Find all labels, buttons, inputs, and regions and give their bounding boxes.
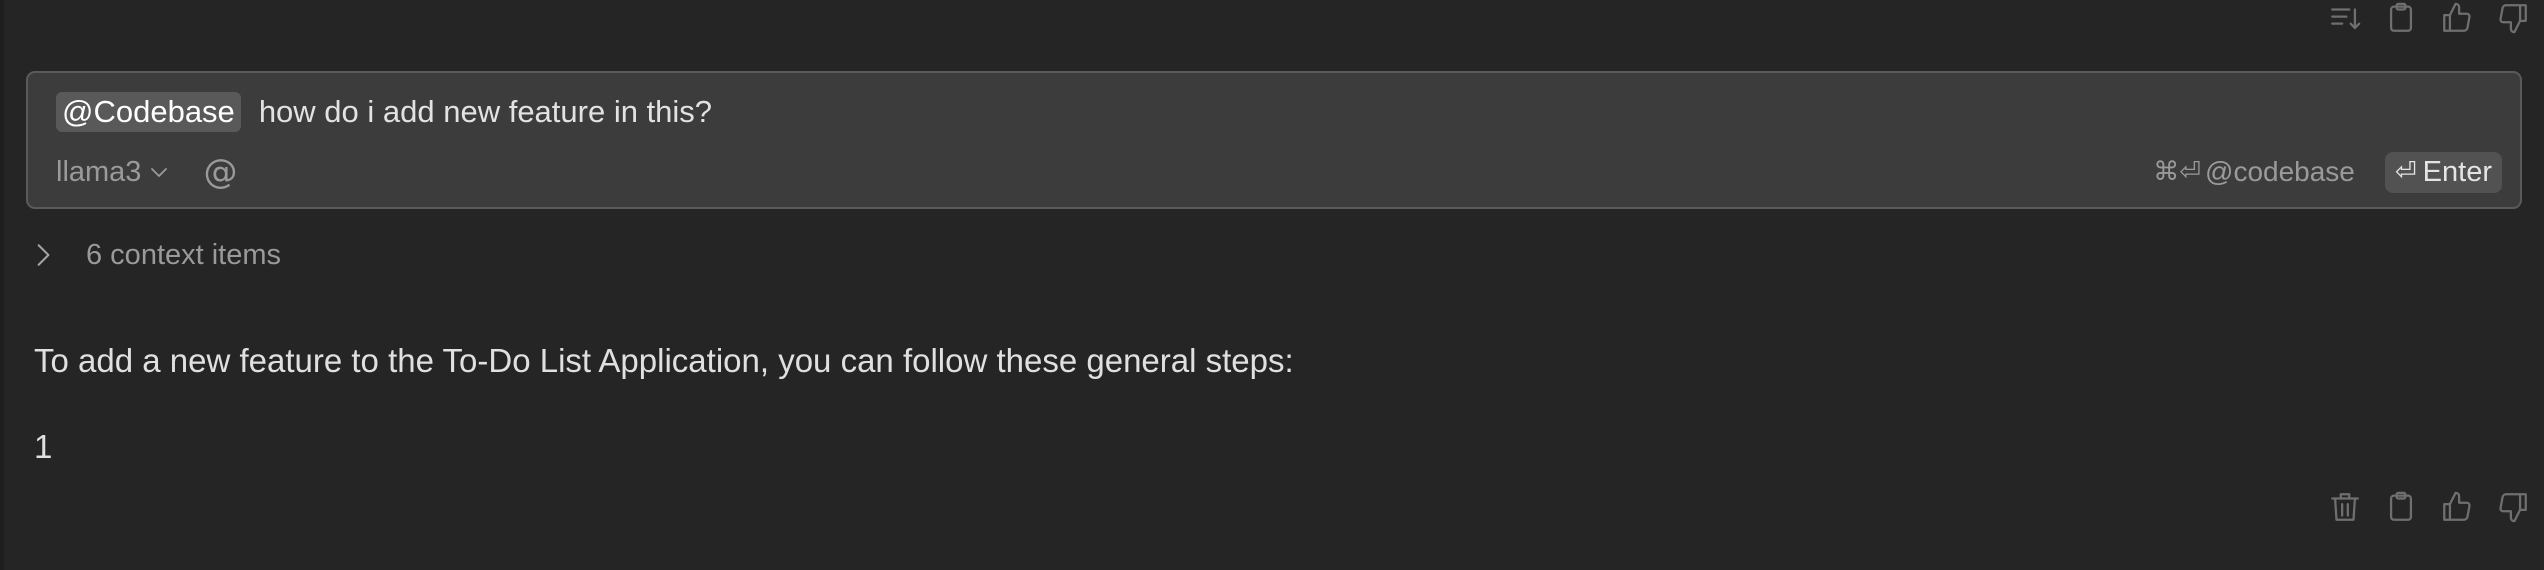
thumbs-up-icon[interactable]	[2436, 486, 2478, 528]
enter-icon: ⏎	[2394, 157, 2417, 187]
thumbs-up-icon[interactable]	[2436, 0, 2478, 39]
context-items-label: 6 context items	[86, 238, 282, 271]
chat-input-text[interactable]: how do i add new feature in this?	[259, 94, 712, 130]
chat-input-content[interactable]: @Codebase how do i add new feature in th…	[56, 91, 712, 133]
response-actions	[2324, 482, 2534, 532]
thumbs-down-icon[interactable]	[2492, 0, 2534, 39]
response-list-number: 1	[34, 428, 53, 465]
codebase-shortcut-button[interactable]: ⌘⏎ @codebase	[2153, 156, 2355, 188]
codebase-mention-chip[interactable]: @Codebase	[56, 92, 241, 132]
chevron-right-icon	[37, 244, 50, 266]
trash-icon[interactable]	[2324, 486, 2366, 528]
enter-label: Enter	[2422, 155, 2492, 188]
input-footer-right: ⌘⏎ @codebase ⏎ Enter	[2153, 151, 2502, 193]
panel-border	[0, 0, 4, 570]
model-name: llama3	[56, 155, 142, 188]
chat-input-box[interactable]: @Codebase how do i add new feature in th…	[26, 71, 2522, 209]
enter-button[interactable]: ⏎ Enter	[2384, 151, 2502, 193]
assistant-response-text: To add a new feature to the To-Do List A…	[34, 342, 1294, 379]
thumbs-down-icon[interactable]	[2492, 486, 2534, 528]
chat-panel: @Codebase how do i add new feature in th…	[0, 0, 2544, 570]
clipboard-icon[interactable]	[2380, 486, 2422, 528]
context-items-toggle[interactable]: 6 context items	[30, 234, 281, 276]
input-footer-left: llama3 @	[56, 152, 237, 192]
sort-icon[interactable]	[2324, 0, 2366, 39]
cmd-enter-icon: ⌘⏎	[2153, 157, 2202, 187]
codebase-shortcut-label: @codebase	[2205, 156, 2355, 187]
chat-input-footer: llama3 @ ⌘⏎ @codebase ⏎ Enter	[56, 149, 2502, 195]
previous-message-actions	[2324, 0, 2534, 43]
at-mention-icon[interactable]: @	[203, 152, 237, 192]
chevron-down-icon	[151, 168, 168, 177]
model-selector[interactable]: llama3	[56, 156, 171, 189]
clipboard-icon[interactable]	[2380, 0, 2422, 39]
